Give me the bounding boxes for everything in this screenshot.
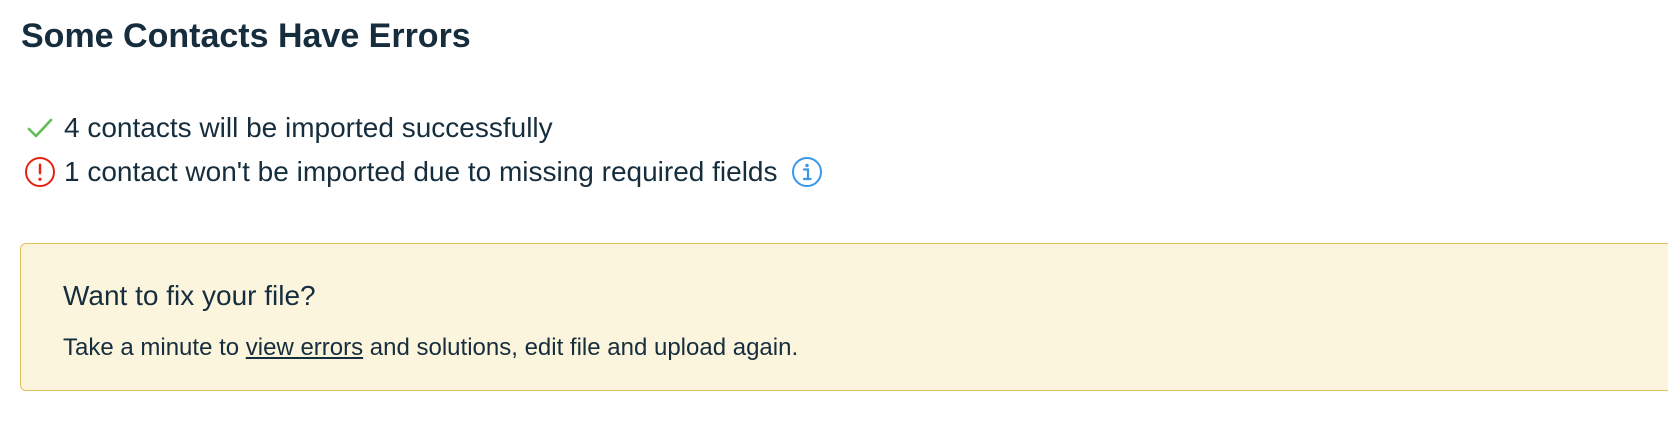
check-icon xyxy=(24,112,56,144)
import-errors-page: Some Contacts Have Errors 4 contacts wil… xyxy=(0,0,1668,438)
info-icon[interactable] xyxy=(790,155,824,189)
notice-body-suffix: and solutions, edit file and upload agai… xyxy=(363,334,799,361)
error-icon xyxy=(24,156,56,188)
fix-file-notice: Want to fix your file? Take a minute to … xyxy=(20,243,1668,391)
notice-body: Take a minute to view errors and solutio… xyxy=(63,333,798,363)
success-status-text: 4 contacts will be imported successfully xyxy=(64,112,553,143)
error-status-row: 1 contact won't be imported due to missi… xyxy=(24,154,824,190)
notice-title: Want to fix your file? xyxy=(63,280,316,311)
page-title: Some Contacts Have Errors xyxy=(21,17,471,55)
error-status-text: 1 contact won't be imported due to missi… xyxy=(64,156,778,187)
view-errors-link[interactable]: view errors xyxy=(246,334,363,361)
notice-body-prefix: Take a minute to xyxy=(63,334,246,361)
success-status-row: 4 contacts will be imported successfully xyxy=(24,110,553,146)
